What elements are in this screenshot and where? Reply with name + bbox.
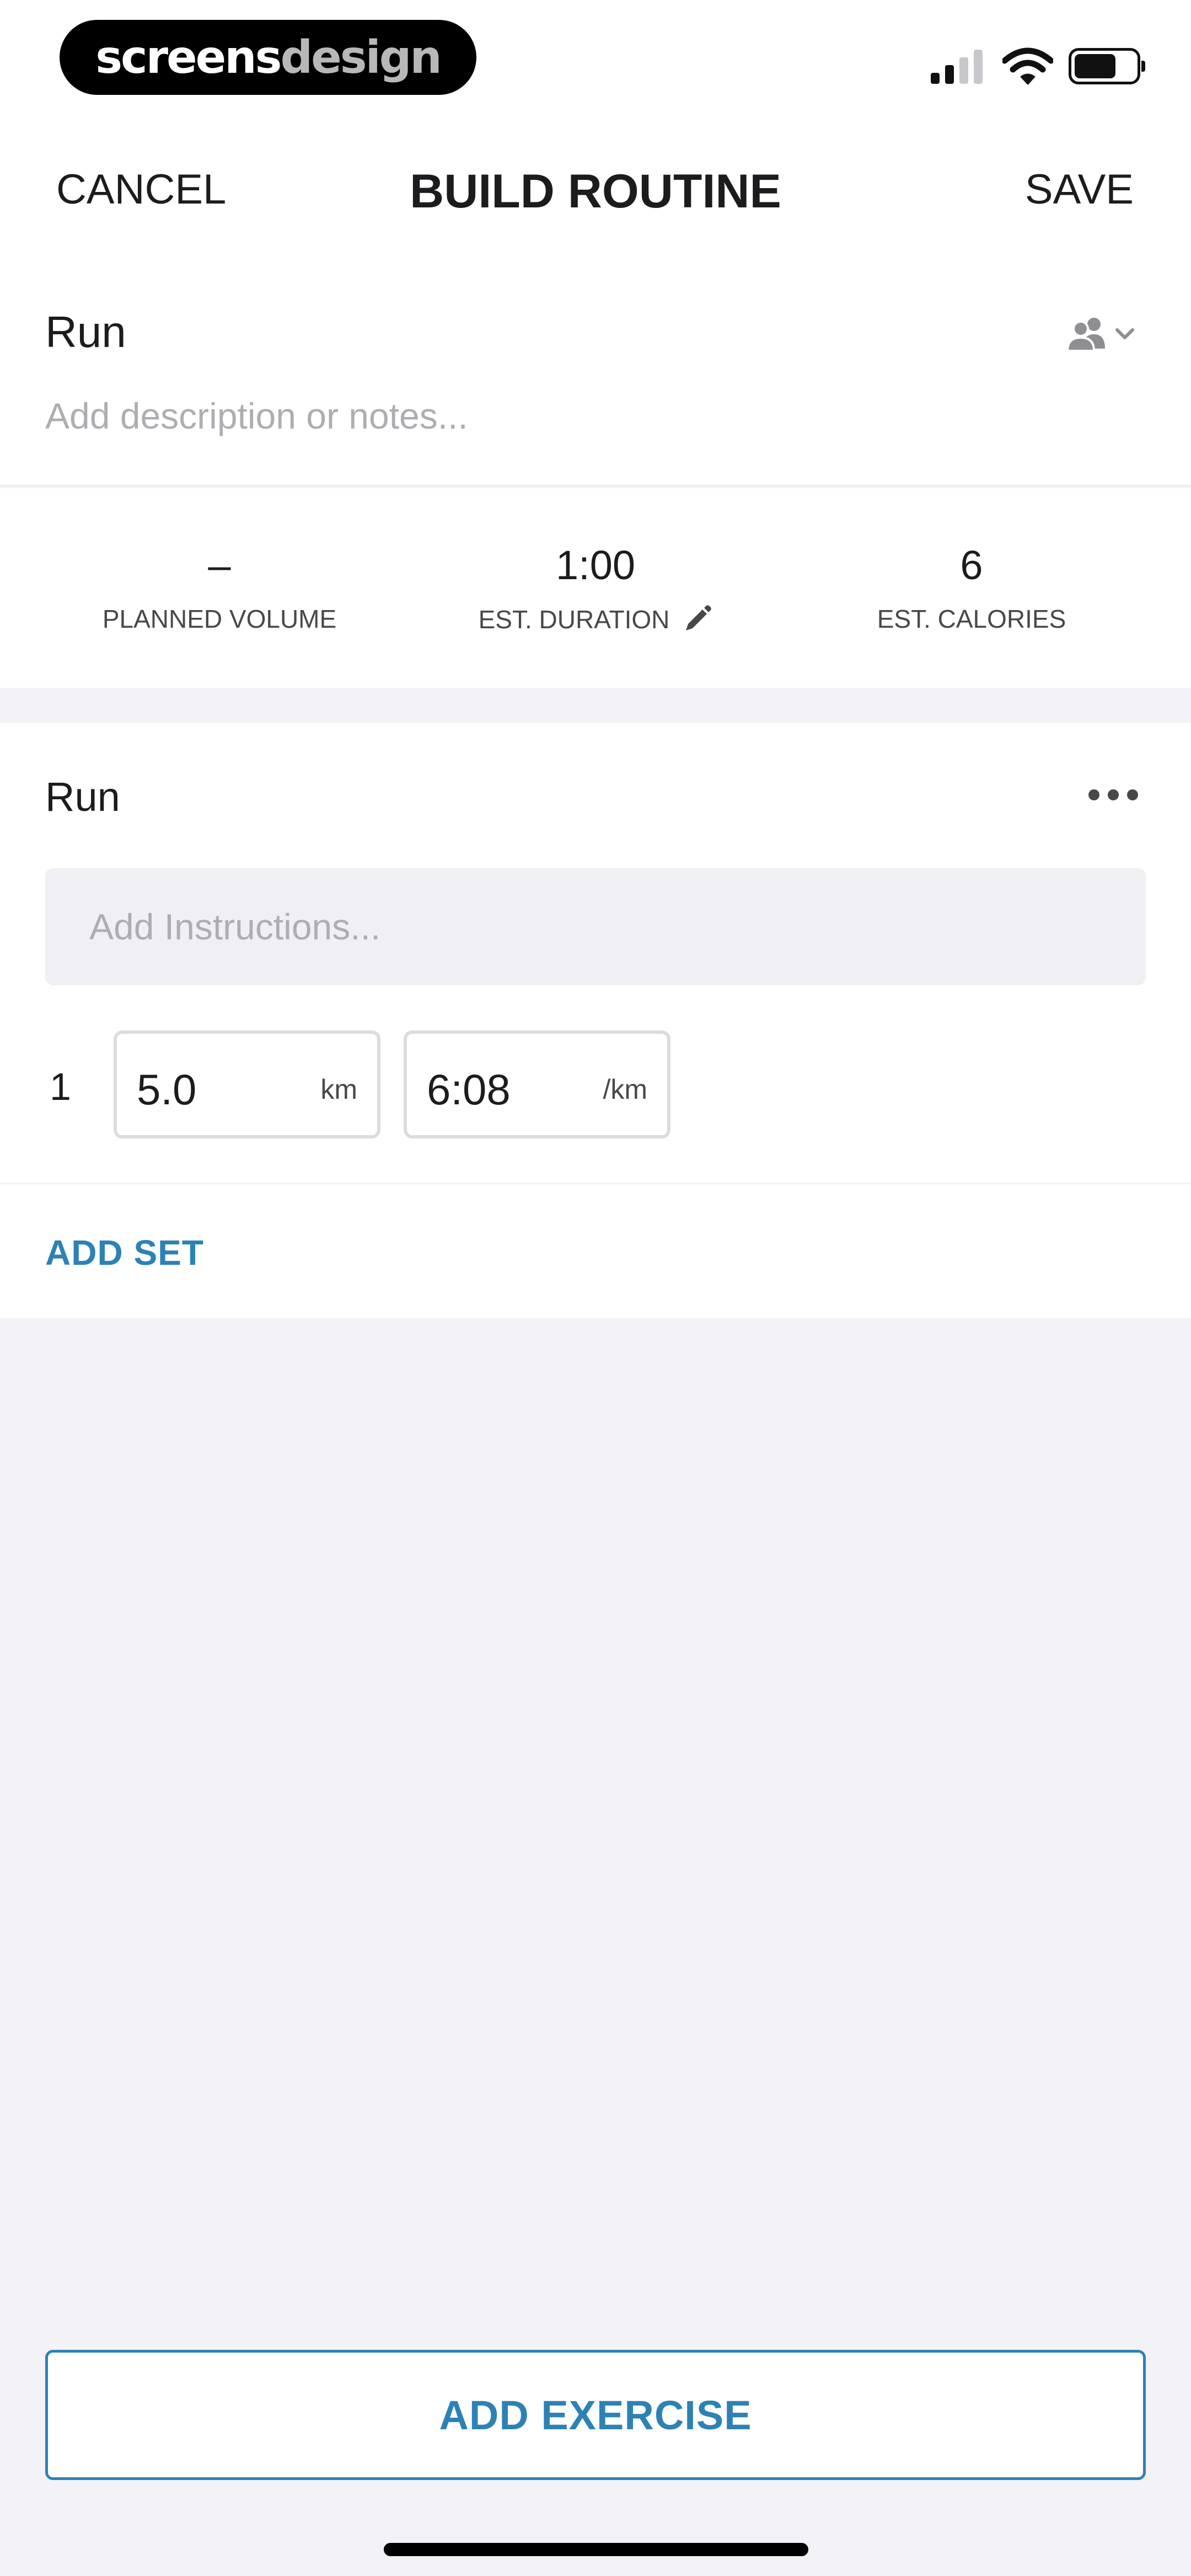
add-set-button[interactable]: ADD SET	[45, 1232, 204, 1273]
stat-est-duration[interactable]: 1:00 EST. DURATION	[403, 538, 788, 635]
status-bar: screensdesign	[0, 0, 1191, 121]
people-icon	[1066, 318, 1105, 352]
stat-est-calories: 6 EST. CALORIES	[779, 538, 1165, 634]
status-icons	[931, 44, 1145, 88]
stat-planned-volume: – PLANNED VOLUME	[26, 538, 412, 634]
page-title: BUILD ROUTINE	[410, 165, 781, 218]
share-dropdown[interactable]	[1066, 314, 1138, 353]
distance-unit: km	[320, 1074, 357, 1105]
brand-text-primary: screens	[95, 31, 282, 84]
stat-label: EST. CALORIES	[877, 605, 1066, 633]
instructions-input[interactable]: Add Instructions...	[45, 868, 1146, 985]
stat-label: EST. DURATION	[478, 605, 670, 634]
cellular-signal-icon	[931, 49, 986, 84]
pace-value: 6:08	[427, 1065, 511, 1114]
add-exercise-button[interactable]: ADD EXERCISE	[45, 2350, 1146, 2480]
brand-text-secondary: design	[280, 31, 442, 84]
chevron-down-icon	[1115, 328, 1134, 339]
stat-value: 1:00	[555, 542, 636, 588]
wifi-icon	[1002, 47, 1053, 85]
home-indicator	[384, 2543, 808, 2556]
more-icon[interactable]	[1088, 787, 1138, 803]
stat-label: PLANNED VOLUME	[102, 605, 337, 633]
distance-field[interactable]: 5.0 km	[114, 1030, 380, 1139]
nav-bar: CANCEL BUILD ROUTINE SAVE	[0, 121, 1191, 265]
pace-unit: /km	[603, 1074, 647, 1105]
pencil-icon[interactable]	[682, 604, 712, 635]
brand-logo: screensdesign	[60, 20, 476, 95]
exercise-card: Run Add Instructions... 1 5.0 km 6:08 /k…	[0, 723, 1191, 1318]
routine-header: Run Add description or notes...	[0, 265, 1191, 487]
stat-value: 6	[960, 542, 983, 588]
exercise-name: Run	[45, 774, 120, 820]
routine-name-field[interactable]: Run	[45, 307, 126, 357]
routine-stats: – PLANNED VOLUME 1:00 EST. DURATION 6 ES…	[0, 488, 1191, 688]
distance-value: 5.0	[137, 1065, 197, 1114]
save-button[interactable]: SAVE	[1025, 165, 1134, 213]
battery-icon	[1069, 48, 1145, 84]
description-input[interactable]: Add description or notes...	[45, 395, 468, 437]
pace-field[interactable]: 6:08 /km	[404, 1030, 670, 1139]
stat-value: –	[208, 542, 231, 588]
divider	[0, 1183, 1191, 1184]
set-number: 1	[50, 1065, 71, 1108]
